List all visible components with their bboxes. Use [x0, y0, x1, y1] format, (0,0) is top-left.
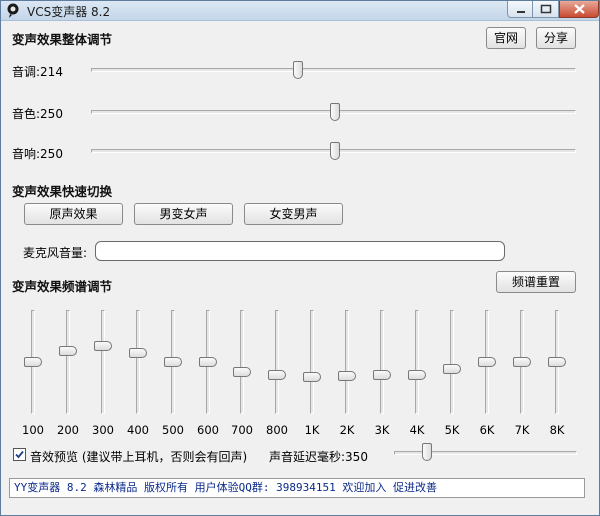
eq-band-thumb[interactable]: [199, 357, 217, 367]
eq-band-track[interactable]: [101, 310, 105, 414]
eq-band-track[interactable]: [310, 310, 314, 414]
maximize-button[interactable]: [533, 1, 559, 18]
eq-band-thumb[interactable]: [478, 357, 496, 367]
pitch-slider-thumb[interactable]: [293, 61, 303, 79]
eq-band-label: 500: [162, 423, 184, 437]
eq-band-thumb[interactable]: [303, 372, 321, 382]
pitch-slider-track[interactable]: [91, 68, 576, 72]
pitch-label: 音调:214: [12, 65, 63, 79]
eq-band-label: 8K: [549, 423, 565, 437]
eq-band-track[interactable]: [240, 310, 244, 414]
minimize-icon: [517, 11, 525, 13]
preview-checkbox[interactable]: [13, 448, 26, 461]
quick-switch-section-title: 变声效果快速切换: [12, 184, 113, 199]
app-window: VCS变声器 8.2 变声效果整体调节 官网 分享 音调:214 音色:250 …: [0, 0, 600, 516]
eq-band-label: 3K: [374, 423, 390, 437]
eq-band-label: 400: [127, 423, 149, 437]
delay-label: 声音延迟毫秒:350: [269, 450, 368, 464]
eq-band-thumb[interactable]: [338, 371, 356, 381]
timbre-slider-thumb[interactable]: [330, 103, 340, 121]
echo-label: 音响:250: [12, 147, 63, 161]
website-button[interactable]: 官网: [486, 27, 526, 49]
overall-section-title: 变声效果整体调节: [12, 32, 113, 47]
minimize-button[interactable]: [507, 1, 533, 18]
eq-band-label: 6K: [479, 423, 495, 437]
eq-band-thumb[interactable]: [24, 357, 42, 367]
eq-band-thumb[interactable]: [373, 370, 391, 380]
male-to-female-button[interactable]: 男变女声: [134, 203, 233, 225]
eq-band-label: 7K: [514, 423, 530, 437]
equalizer-reset-button[interactable]: 频谱重置: [496, 271, 576, 293]
eq-band-thumb[interactable]: [513, 357, 531, 367]
female-to-male-button[interactable]: 女变男声: [244, 203, 343, 225]
status-bar: YY变声器 8.2 森林精品 版权所有 用户体验QQ群: 398934151 欢…: [9, 478, 585, 498]
eq-band-track[interactable]: [450, 310, 454, 414]
equalizer-section-title: 变声效果频谱调节: [12, 279, 113, 294]
eq-band-thumb[interactable]: [408, 370, 426, 380]
eq-band-label: 2K: [339, 423, 355, 437]
echo-slider-thumb[interactable]: [330, 142, 340, 160]
eq-band-label: 300: [92, 423, 114, 437]
window-title: VCS变声器 8.2: [27, 5, 111, 19]
eq-band-label: 800: [266, 423, 288, 437]
share-button[interactable]: 分享: [536, 27, 576, 49]
eq-band-thumb[interactable]: [94, 341, 112, 351]
close-button[interactable]: [559, 1, 599, 18]
app-logo-icon: [7, 3, 19, 18]
eq-band-thumb[interactable]: [548, 357, 566, 367]
mic-volume-label: 麦克风音量:: [23, 246, 88, 260]
original-voice-button[interactable]: 原声效果: [24, 203, 123, 225]
eq-band-label: 4K: [409, 423, 425, 437]
checkmark-icon: [15, 450, 24, 459]
eq-band-label: 5K: [444, 423, 460, 437]
maximize-icon: [540, 4, 552, 14]
preview-label: 音效预览 (建议带上耳机，否则会有回声): [30, 450, 248, 464]
eq-band-thumb[interactable]: [443, 364, 461, 374]
eq-band-track[interactable]: [345, 310, 349, 414]
eq-band-label: 1K: [304, 423, 320, 437]
eq-band-thumb[interactable]: [233, 367, 251, 377]
timbre-label: 音色:250: [12, 107, 63, 121]
eq-band-label: 700: [231, 423, 253, 437]
eq-band-track[interactable]: [415, 310, 419, 414]
eq-band-thumb[interactable]: [59, 346, 77, 356]
eq-band-track[interactable]: [136, 310, 140, 414]
eq-band-track[interactable]: [380, 310, 384, 414]
title-bar[interactable]: VCS变声器 8.2: [1, 1, 599, 21]
close-icon: [574, 4, 585, 14]
eq-band-track[interactable]: [66, 310, 70, 414]
delay-slider-thumb[interactable]: [422, 443, 432, 461]
eq-band-thumb[interactable]: [129, 348, 147, 358]
eq-band-label: 200: [57, 423, 79, 437]
mic-volume-meter: [95, 241, 505, 261]
eq-band-thumb[interactable]: [268, 370, 286, 380]
eq-band-track[interactable]: [275, 310, 279, 414]
eq-band-thumb[interactable]: [164, 357, 182, 367]
eq-band-label: 100: [22, 423, 44, 437]
